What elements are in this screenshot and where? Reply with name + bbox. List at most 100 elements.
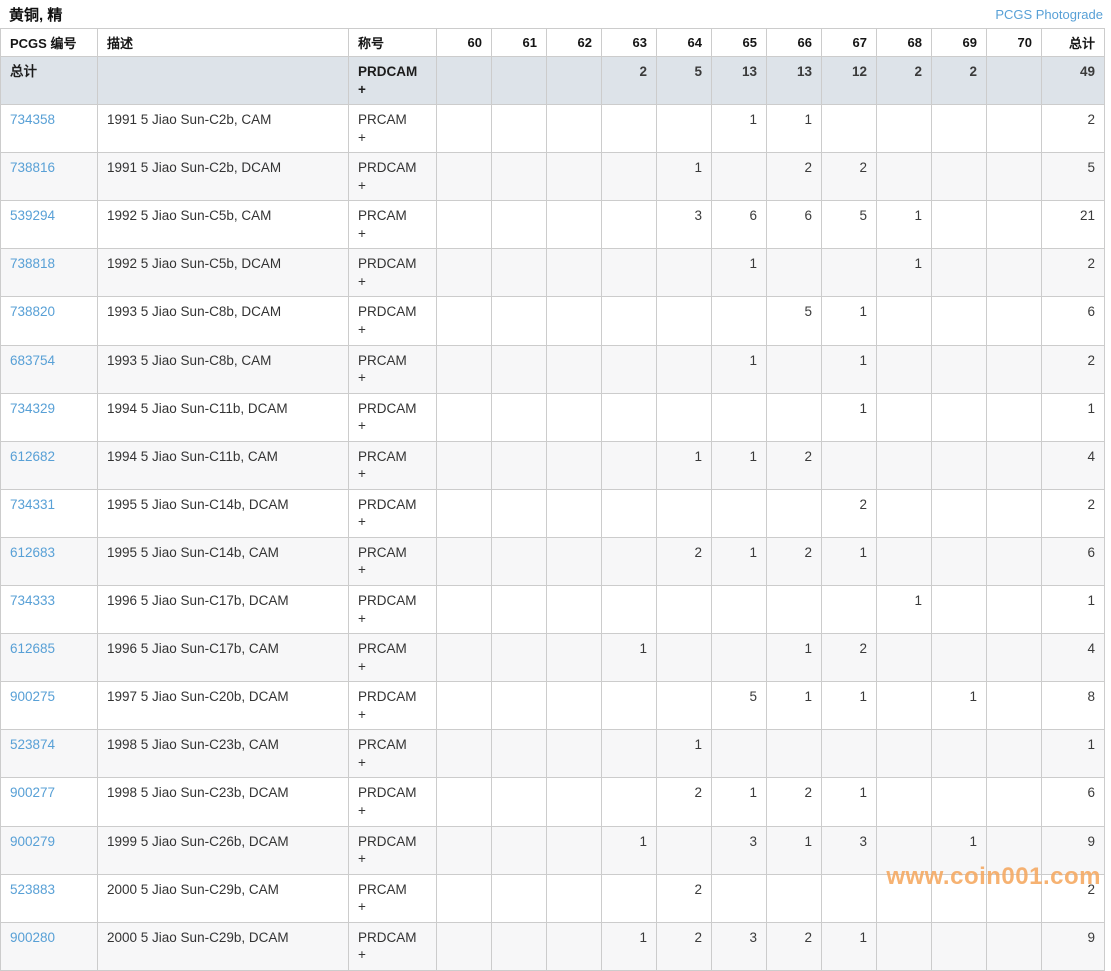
grade-count bbox=[602, 441, 657, 489]
totals-grade-count: 2 bbox=[877, 57, 932, 105]
grade-count bbox=[712, 586, 767, 634]
grade-count bbox=[712, 153, 767, 201]
designation: PRDCAM + bbox=[349, 153, 437, 201]
grade-count bbox=[987, 345, 1042, 393]
pcgs-number-cell: 738818 bbox=[1, 249, 98, 297]
grade-count: 1 bbox=[602, 634, 657, 682]
grade-count: 2 bbox=[822, 489, 877, 537]
table-row: 9002771998 5 Jiao Sun-C23b, DCAMPRDCAM +… bbox=[1, 778, 1105, 826]
grade-count: 1 bbox=[822, 778, 877, 826]
grade-count bbox=[877, 345, 932, 393]
grade-count bbox=[877, 393, 932, 441]
grade-count bbox=[712, 297, 767, 345]
grade-count bbox=[712, 489, 767, 537]
photograde-link[interactable]: PCGS Photograde bbox=[995, 7, 1103, 22]
coin-description: 1998 5 Jiao Sun-C23b, DCAM bbox=[98, 778, 349, 826]
grade-count bbox=[437, 874, 492, 922]
table-row: 6126831995 5 Jiao Sun-C14b, CAMPRCAM +21… bbox=[1, 537, 1105, 585]
totals-label: 总计 bbox=[1, 57, 98, 105]
designation: PRDCAM + bbox=[349, 682, 437, 730]
grade-count: 1 bbox=[712, 249, 767, 297]
grade-count bbox=[657, 297, 712, 345]
grade-count bbox=[877, 634, 932, 682]
top-bar: 黄铜, 精 PCGS Photograde bbox=[0, 0, 1111, 28]
grade-column-header: 69 bbox=[932, 29, 987, 57]
page-title: 黄铜, 精 bbox=[9, 4, 62, 25]
grade-count bbox=[767, 393, 822, 441]
coin-description: 2000 5 Jiao Sun-C29b, DCAM bbox=[98, 922, 349, 970]
grade-count: 1 bbox=[657, 441, 712, 489]
row-total: 9 bbox=[1042, 922, 1105, 970]
grade-count bbox=[877, 682, 932, 730]
grade-count bbox=[492, 586, 547, 634]
table-row: 5238832000 5 Jiao Sun-C29b, CAMPRCAM +22 bbox=[1, 874, 1105, 922]
pcgs-number-link[interactable]: 539294 bbox=[10, 208, 55, 223]
designation: PRCAM + bbox=[349, 201, 437, 249]
grade-count bbox=[932, 778, 987, 826]
row-total: 9 bbox=[1042, 826, 1105, 874]
grade-count: 3 bbox=[712, 922, 767, 970]
column-header-total: 总计 bbox=[1042, 29, 1105, 57]
totals-total: 49 bbox=[1042, 57, 1105, 105]
row-total: 6 bbox=[1042, 297, 1105, 345]
column-header-designation: 称号 bbox=[349, 29, 437, 57]
table-row: 9002802000 5 Jiao Sun-C29b, DCAMPRDCAM +… bbox=[1, 922, 1105, 970]
grade-count: 2 bbox=[657, 874, 712, 922]
grade-column-header: 62 bbox=[547, 29, 602, 57]
grade-count: 1 bbox=[712, 778, 767, 826]
pcgs-number-link[interactable]: 738816 bbox=[10, 160, 55, 175]
grade-count bbox=[822, 441, 877, 489]
pcgs-number-link[interactable]: 738820 bbox=[10, 304, 55, 319]
grade-count bbox=[657, 682, 712, 730]
grade-count: 6 bbox=[712, 201, 767, 249]
pcgs-number-link[interactable]: 738818 bbox=[10, 256, 55, 271]
grade-count bbox=[492, 249, 547, 297]
pcgs-number-link[interactable]: 612683 bbox=[10, 545, 55, 560]
pcgs-number-cell: 612683 bbox=[1, 537, 98, 585]
pcgs-number-link[interactable]: 612685 bbox=[10, 641, 55, 656]
grade-count: 6 bbox=[767, 201, 822, 249]
pcgs-number-link[interactable]: 612682 bbox=[10, 449, 55, 464]
totals-grade-count: 12 bbox=[822, 57, 877, 105]
grade-count bbox=[877, 441, 932, 489]
grade-count bbox=[987, 105, 1042, 153]
grade-count: 1 bbox=[767, 634, 822, 682]
row-total: 5 bbox=[1042, 153, 1105, 201]
grade-count bbox=[987, 682, 1042, 730]
row-total: 21 bbox=[1042, 201, 1105, 249]
pcgs-number-link[interactable]: 523874 bbox=[10, 737, 55, 752]
totals-grade-count bbox=[547, 57, 602, 105]
grade-count bbox=[712, 634, 767, 682]
pcgs-number-link[interactable]: 734331 bbox=[10, 497, 55, 512]
coin-description: 1994 5 Jiao Sun-C11b, DCAM bbox=[98, 393, 349, 441]
table-row: 6837541993 5 Jiao Sun-C8b, CAMPRCAM +112 bbox=[1, 345, 1105, 393]
pcgs-number-link[interactable]: 734329 bbox=[10, 401, 55, 416]
pcgs-number-link[interactable]: 900275 bbox=[10, 689, 55, 704]
grade-count bbox=[932, 201, 987, 249]
pcgs-number-link[interactable]: 523883 bbox=[10, 882, 55, 897]
coin-description: 1993 5 Jiao Sun-C8b, CAM bbox=[98, 345, 349, 393]
pcgs-number-link[interactable]: 900279 bbox=[10, 834, 55, 849]
grade-count: 1 bbox=[712, 105, 767, 153]
grade-count bbox=[492, 345, 547, 393]
grade-count: 1 bbox=[822, 297, 877, 345]
grade-count bbox=[657, 249, 712, 297]
grade-count: 1 bbox=[877, 249, 932, 297]
grade-column-header: 61 bbox=[492, 29, 547, 57]
row-total: 2 bbox=[1042, 345, 1105, 393]
grade-count bbox=[987, 874, 1042, 922]
pcgs-number-link[interactable]: 683754 bbox=[10, 353, 55, 368]
grade-count bbox=[547, 249, 602, 297]
grade-count bbox=[492, 826, 547, 874]
pcgs-number-link[interactable]: 900277 bbox=[10, 785, 55, 800]
pcgs-number-link[interactable]: 900280 bbox=[10, 930, 55, 945]
grade-count: 1 bbox=[932, 682, 987, 730]
grade-count: 5 bbox=[712, 682, 767, 730]
designation: PRDCAM + bbox=[349, 826, 437, 874]
pcgs-number-cell: 734329 bbox=[1, 393, 98, 441]
grade-count: 1 bbox=[822, 922, 877, 970]
grade-count bbox=[712, 874, 767, 922]
pcgs-number-link[interactable]: 734358 bbox=[10, 112, 55, 127]
pcgs-number-link[interactable]: 734333 bbox=[10, 593, 55, 608]
grade-count bbox=[877, 778, 932, 826]
